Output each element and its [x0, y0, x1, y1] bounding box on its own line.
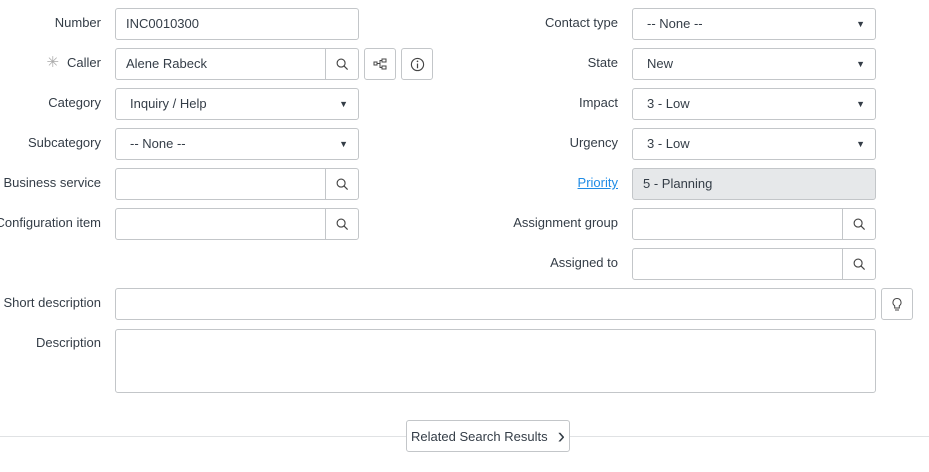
category-label: Category [48, 95, 101, 110]
number-field[interactable]: INC0010300 [115, 8, 359, 40]
search-icon [336, 58, 349, 71]
suggestion-button[interactable] [881, 288, 913, 320]
description-textarea[interactable] [115, 329, 876, 393]
number-label: Number [54, 15, 101, 30]
business-service-field[interactable] [115, 168, 359, 200]
search-icon [336, 218, 349, 231]
business-service-label: Business service [3, 175, 101, 190]
state-label: State [587, 55, 618, 70]
info-icon [410, 57, 424, 71]
caret-down-icon: ▼ [856, 59, 865, 69]
assignment-group-label: Assignment group [513, 215, 618, 230]
tree-icon [373, 58, 387, 70]
contact-type-label: Contact type [545, 15, 618, 30]
caret-down-icon: ▼ [339, 139, 348, 149]
subcategory-label: Subcategory [28, 135, 101, 150]
required-icon: ✳ [46, 54, 60, 71]
assigned-to-search-button[interactable] [842, 249, 875, 279]
configuration-item-label: Configuration item [0, 215, 101, 230]
caller-search-button[interactable] [325, 49, 358, 79]
caret-down-icon: ▼ [339, 99, 348, 109]
subcategory-select[interactable]: -- None -- ▼ [115, 128, 359, 160]
configuration-item-field[interactable] [115, 208, 359, 240]
assigned-to-label: Assigned to [550, 255, 618, 270]
urgency-select[interactable]: 3 - Low ▼ [632, 128, 876, 160]
contact-type-select[interactable]: -- None -- ▼ [632, 8, 876, 40]
caret-down-icon: ▼ [856, 99, 865, 109]
caller-label: ✳ Caller [46, 54, 101, 71]
short-description-field[interactable] [115, 288, 876, 320]
search-icon [853, 218, 866, 231]
configuration-item-search-button[interactable] [325, 209, 358, 239]
search-icon [336, 178, 349, 191]
priority-label: Priority [578, 168, 618, 200]
impact-select[interactable]: 3 - Low ▼ [632, 88, 876, 120]
impact-label: Impact [578, 95, 618, 110]
short-description-label: Short description [3, 295, 101, 310]
priority-link[interactable]: Priority [578, 175, 618, 190]
lightbulb-icon [892, 297, 902, 310]
caller-info-button[interactable] [401, 48, 433, 80]
priority-field: 5 - Planning [632, 168, 876, 200]
assigned-to-field[interactable] [632, 248, 876, 280]
chevron-right-icon: › [557, 423, 565, 448]
caret-down-icon: ▼ [856, 19, 865, 29]
urgency-label: Urgency [569, 135, 618, 150]
caret-down-icon: ▼ [856, 139, 865, 149]
related-search-results-button[interactable]: Related Search Results › [406, 420, 570, 452]
description-label: Description [35, 335, 101, 350]
category-select[interactable]: Inquiry / Help ▼ [115, 88, 359, 120]
search-icon [853, 258, 866, 271]
assignment-group-search-button[interactable] [842, 209, 875, 239]
show-related-tree-button[interactable] [364, 48, 396, 80]
caller-field[interactable]: Alene Rabeck [115, 48, 359, 80]
state-select[interactable]: New ▼ [632, 48, 876, 80]
assignment-group-field[interactable] [632, 208, 876, 240]
business-service-search-button[interactable] [325, 169, 358, 199]
